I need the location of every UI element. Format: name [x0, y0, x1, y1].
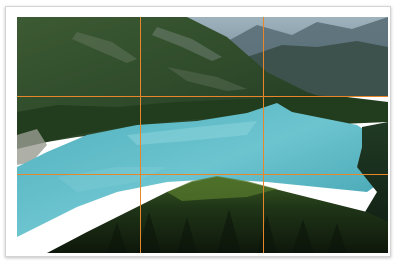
landscape-illustration	[17, 17, 388, 253]
landscape-photo	[17, 17, 388, 253]
